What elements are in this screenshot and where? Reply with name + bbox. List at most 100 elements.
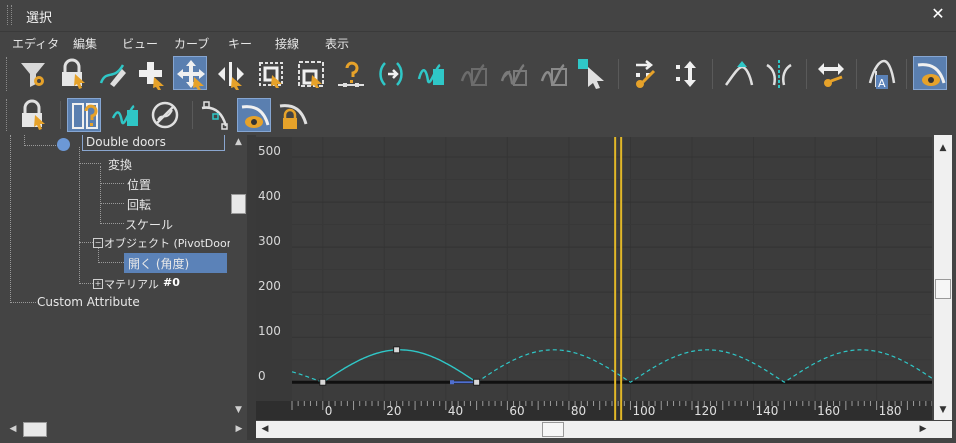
scroll-thumb[interactable]	[542, 422, 564, 437]
draw-curve-icon[interactable]	[96, 57, 130, 91]
key-point[interactable]	[473, 378, 481, 386]
tree-connector	[100, 203, 124, 204]
object-node-icon[interactable]	[57, 138, 70, 151]
scale-keys-icon[interactable]	[254, 57, 288, 91]
tree-item-label: 開く (角度)	[128, 257, 190, 271]
menu-tangent[interactable]: 接線	[275, 35, 299, 52]
tree-item-custom-attribute[interactable]: Custom Attribute	[37, 295, 140, 309]
toolbar-separator	[906, 59, 907, 89]
tree-item-material[interactable]: マテリアル	[104, 276, 159, 292]
tree-item-scale[interactable]: スケール	[125, 216, 173, 233]
parameter-out-icon[interactable]	[456, 57, 490, 91]
scroll-left-icon[interactable]: ◀	[6, 424, 20, 434]
key-point[interactable]	[393, 346, 401, 354]
value-tick-label: 500	[258, 144, 281, 158]
filter-icon[interactable]	[16, 57, 50, 91]
tangent-fast-icon[interactable]	[722, 57, 756, 91]
tree-item-object[interactable]: オブジェクト (PivotDoor)	[104, 235, 230, 251]
lock-selection-icon[interactable]	[56, 57, 90, 91]
retime-icon[interactable]	[374, 57, 408, 91]
range-icon[interactable]	[814, 57, 848, 91]
menu-key[interactable]: キー	[228, 35, 252, 52]
select-key-icon[interactable]	[576, 57, 610, 91]
show-keys-icon[interactable]	[198, 98, 232, 132]
lock-tangent-icon[interactable]	[16, 98, 50, 132]
toolbar-separator	[60, 101, 61, 129]
menu-edit[interactable]: 編集	[73, 35, 97, 52]
tree-item-open-angle[interactable]: 開く (角度)	[124, 253, 227, 273]
region-icon[interactable]	[334, 57, 368, 91]
scroll-right-icon[interactable]: ▶	[232, 424, 246, 434]
expand-icon[interactable]: +	[93, 279, 103, 289]
snap-frames-icon[interactable]	[414, 57, 448, 91]
title-bar: 選択 ✕	[0, 0, 956, 30]
tree-connector	[79, 147, 80, 284]
menu-display[interactable]: 表示	[325, 35, 349, 52]
scale-values-icon[interactable]	[294, 57, 328, 91]
slide-key-icon[interactable]	[214, 57, 248, 91]
toolbar-separator	[712, 59, 713, 89]
scroll-down-icon[interactable]: ▼	[230, 405, 247, 415]
frame-tick-label: 120	[694, 404, 717, 418]
tree-connector	[79, 242, 93, 243]
tree-item-double-doors[interactable]: Double doors	[82, 135, 225, 151]
toolbar-secondary	[0, 95, 956, 135]
tree-item-position[interactable]: 位置	[127, 176, 151, 193]
scroll-up-icon[interactable]: ▲	[934, 143, 952, 153]
toolbar-grip[interactable]	[6, 57, 9, 91]
key-point[interactable]	[319, 378, 327, 386]
menu-editor[interactable]: エディタ	[12, 35, 59, 52]
sync-icon[interactable]	[628, 57, 662, 91]
frame-tick-label: 20	[386, 404, 401, 418]
add-key-icon[interactable]	[134, 57, 168, 91]
scroll-thumb[interactable]	[935, 279, 951, 299]
frame-tick-label: 100	[632, 404, 655, 418]
scroll-right-icon[interactable]: ▶	[916, 424, 930, 434]
tree-horizontal-scrollbar[interactable]: ◀ ▶	[6, 421, 247, 438]
time-ruler-canvas[interactable]: 0 20 40 60 80 100 120 140 160 180	[256, 401, 933, 420]
show-tangents-icon[interactable]	[913, 56, 947, 90]
curve-view-icon[interactable]	[108, 98, 142, 132]
toolbar-grip[interactable]	[6, 99, 9, 131]
curve-graph[interactable]: 500 400 300 200 100 0	[256, 137, 933, 401]
collapse-icon[interactable]: −	[93, 238, 103, 248]
scroll-thumb[interactable]	[23, 422, 47, 437]
time-ruler[interactable]: 0 20 40 60 80 100 120 140 160 180	[256, 401, 933, 420]
tree-item-transform[interactable]: 変換	[108, 156, 132, 173]
lock-tangent-handle-icon[interactable]	[276, 98, 310, 132]
tangent-break-icon[interactable]	[762, 57, 796, 91]
material-id-badge: #0	[163, 276, 180, 289]
close-icon[interactable]: ✕	[930, 5, 946, 23]
menu-bar: エディタ 編集 ビュー カーブ キー 接線 表示	[0, 31, 956, 54]
tree-vertical-scrollbar[interactable]: ▲ ▼	[230, 135, 247, 420]
graph-vertical-scrollbar[interactable]: ▲ ▼	[934, 135, 952, 420]
toolbar-separator	[618, 59, 619, 89]
scroll-thumb[interactable]	[231, 194, 246, 214]
updown-icon[interactable]	[670, 57, 704, 91]
menu-curve[interactable]: カーブ	[174, 35, 209, 52]
frame-tick-label: 40	[448, 404, 463, 418]
show-tangent-eye-icon[interactable]	[237, 98, 271, 132]
curve-graph-canvas[interactable]: 500 400 300 200 100 0	[256, 137, 933, 401]
title-grip[interactable]	[7, 5, 12, 25]
graph-horizontal-scrollbar[interactable]: ◀ ▶	[256, 421, 952, 438]
no-ease-icon[interactable]	[148, 98, 182, 132]
key-nav-icon[interactable]: A	[864, 57, 898, 91]
menu-view[interactable]: ビュー	[122, 35, 158, 52]
toolbar-separator	[856, 59, 857, 89]
frame-tick-label: 80	[571, 404, 586, 418]
controller-tree: Double doors 変換 位置 回転 スケール − オブジェクト (Piv…	[6, 135, 230, 420]
panel-splitter[interactable]	[247, 135, 256, 440]
tree-item-rotation[interactable]: 回転	[127, 196, 151, 213]
filter-view-icon[interactable]	[67, 98, 101, 132]
multiplier-curve-icon[interactable]	[536, 57, 570, 91]
window-title: 選択	[26, 11, 53, 26]
move-key-icon[interactable]	[173, 56, 207, 90]
tree-connector	[100, 223, 124, 224]
scroll-left-icon[interactable]: ◀	[258, 424, 272, 434]
curve-out-of-range-before	[291, 371, 323, 383]
scroll-up-icon[interactable]: ▲	[230, 137, 247, 147]
tree-connector	[98, 247, 99, 263]
scroll-down-icon[interactable]: ▼	[934, 405, 952, 415]
ease-curve-icon[interactable]	[496, 57, 530, 91]
